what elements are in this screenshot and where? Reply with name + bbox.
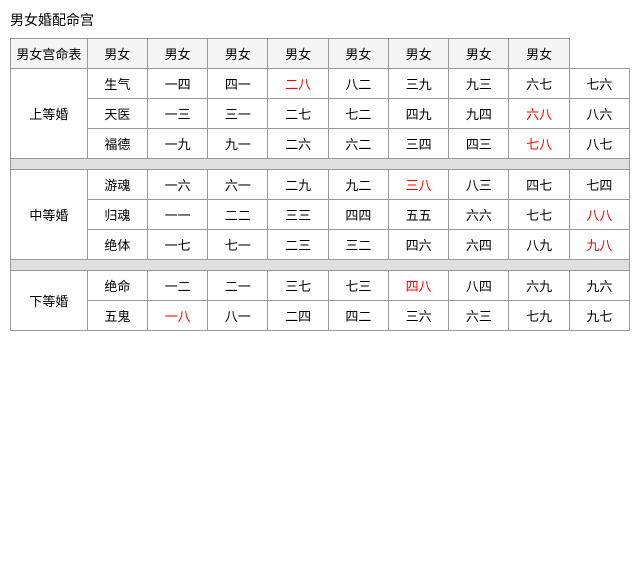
table-cell: 九七 [569, 301, 629, 331]
row-label: 绝命 [87, 271, 147, 301]
grade-label: 中等婚 [11, 170, 88, 260]
table-cell: 六六 [449, 200, 509, 230]
header-col2: 男女 [147, 39, 207, 69]
table-cell: 三九 [388, 69, 448, 99]
grade-label: 上等婚 [11, 69, 88, 159]
table-cell: 七六 [569, 69, 629, 99]
table-cell: 六二 [328, 129, 388, 159]
table-cell: 五五 [388, 200, 448, 230]
table-cell: 七七 [509, 200, 569, 230]
table-cell: 二七 [268, 99, 328, 129]
table-cell: 二八 [268, 69, 328, 99]
table-cell: 七八 [509, 129, 569, 159]
table-cell: 二三 [268, 230, 328, 260]
table-cell: 七三 [328, 271, 388, 301]
table-cell: 二四 [268, 301, 328, 331]
table-cell: 三七 [268, 271, 328, 301]
row-label: 五鬼 [87, 301, 147, 331]
table-cell: 六九 [509, 271, 569, 301]
table-cell: 一三 [147, 99, 207, 129]
table-cell: 二一 [208, 271, 268, 301]
table-header-row: 男女宫命表 男女 男女 男女 男女 男女 男女 男女 男女 [11, 39, 630, 69]
table-cell: 四七 [509, 170, 569, 200]
row-label: 福德 [87, 129, 147, 159]
row-label: 归魂 [87, 200, 147, 230]
table-cell: 四九 [388, 99, 448, 129]
table-row: 绝体一七七一二三三二四六六四八九九八 [11, 230, 630, 260]
table-cell: 八三 [449, 170, 509, 200]
row-label: 生气 [87, 69, 147, 99]
header-col5: 男女 [328, 39, 388, 69]
header-col3: 男女 [208, 39, 268, 69]
table-cell: 三一 [208, 99, 268, 129]
main-table: 男女宫命表 男女 男女 男女 男女 男女 男女 男女 男女 上等婚生气一四四一二… [10, 38, 630, 331]
table-cell: 六七 [509, 69, 569, 99]
table-cell: 九二 [328, 170, 388, 200]
table-cell: 一七 [147, 230, 207, 260]
table-cell: 四一 [208, 69, 268, 99]
table-row: 上等婚生气一四四一二八八二三九九三六七七六 [11, 69, 630, 99]
table-cell: 八八 [569, 200, 629, 230]
table-cell: 四八 [388, 271, 448, 301]
table-cell: 六三 [449, 301, 509, 331]
table-cell: 七四 [569, 170, 629, 200]
row-label: 天医 [87, 99, 147, 129]
header-col1: 男女 [87, 39, 147, 69]
table-cell: 一二 [147, 271, 207, 301]
table-cell: 八六 [569, 99, 629, 129]
table-cell: 三六 [388, 301, 448, 331]
table-cell: 三四 [388, 129, 448, 159]
table-cell: 一六 [147, 170, 207, 200]
table-cell: 七九 [509, 301, 569, 331]
table-cell: 一一 [147, 200, 207, 230]
table-cell: 八一 [208, 301, 268, 331]
table-cell: 三三 [268, 200, 328, 230]
row-label: 绝体 [87, 230, 147, 260]
row-label: 游魂 [87, 170, 147, 200]
header-col0: 男女宫命表 [11, 39, 88, 69]
table-cell: 四六 [388, 230, 448, 260]
table-row: 中等婚游魂一六六一二九九二三八八三四七七四 [11, 170, 630, 200]
table-cell: 八四 [449, 271, 509, 301]
table-cell: 七二 [328, 99, 388, 129]
table-row: 五鬼一八八一二四四二三六六三七九九七 [11, 301, 630, 331]
table-cell: 三八 [388, 170, 448, 200]
separator-row [11, 159, 630, 170]
table-cell: 四四 [328, 200, 388, 230]
table-cell: 六一 [208, 170, 268, 200]
table-cell: 七一 [208, 230, 268, 260]
separator-row [11, 260, 630, 271]
table-cell: 四三 [449, 129, 509, 159]
table-cell: 九三 [449, 69, 509, 99]
table-cell: 一九 [147, 129, 207, 159]
table-cell: 二九 [268, 170, 328, 200]
table-cell: 四二 [328, 301, 388, 331]
table-cell: 八七 [569, 129, 629, 159]
table-cell: 三二 [328, 230, 388, 260]
table-row: 下等婚绝命一二二一三七七三四八八四六九九六 [11, 271, 630, 301]
table-row: 归魂一一二二三三四四五五六六七七八八 [11, 200, 630, 230]
table-cell: 六四 [449, 230, 509, 260]
table-cell: 八九 [509, 230, 569, 260]
table-row: 天医一三三一二七七二四九九四六八八六 [11, 99, 630, 129]
table-cell: 九一 [208, 129, 268, 159]
table-cell: 二二 [208, 200, 268, 230]
header-col7: 男女 [449, 39, 509, 69]
header-col4: 男女 [268, 39, 328, 69]
table-cell: 一四 [147, 69, 207, 99]
grade-label: 下等婚 [11, 271, 88, 331]
table-row: 福德一九九一二六六二三四四三七八八七 [11, 129, 630, 159]
header-col8: 男女 [509, 39, 569, 69]
table-cell: 九四 [449, 99, 509, 129]
table-cell: 二六 [268, 129, 328, 159]
table-cell: 八二 [328, 69, 388, 99]
table-cell: 九六 [569, 271, 629, 301]
table-cell: 一八 [147, 301, 207, 331]
table-cell: 九八 [569, 230, 629, 260]
table-cell: 六八 [509, 99, 569, 129]
page-title: 男女婚配命宫 [10, 10, 630, 30]
header-col6: 男女 [388, 39, 448, 69]
